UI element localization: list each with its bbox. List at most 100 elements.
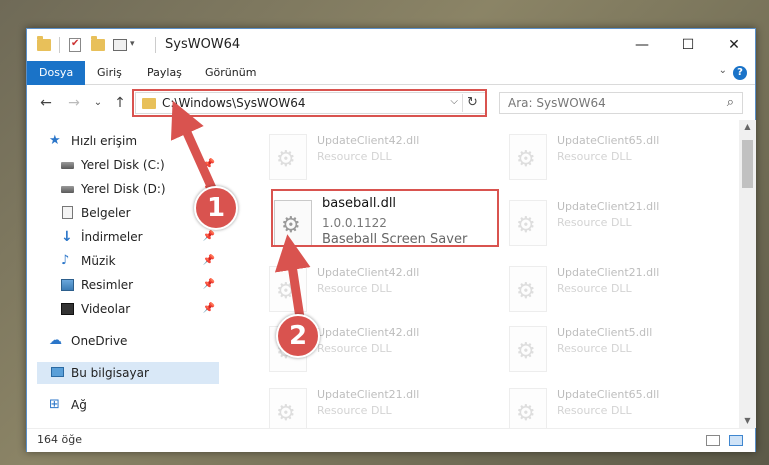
video-icon	[61, 303, 74, 315]
tab-gorunum[interactable]: Görünüm	[193, 61, 268, 85]
sidebar-item-label: Resimler	[81, 278, 134, 292]
customize-dropdown-icon[interactable]: ▾	[130, 39, 135, 55]
pin-icon[interactable]: 📌	[203, 274, 215, 296]
sidebar-item-quick-access[interactable]: ★ Hızlı erişim	[27, 130, 221, 152]
file-item[interactable]: UpdateClient65.dll Resource DLL	[489, 382, 719, 428]
back-button[interactable]: ←	[35, 92, 57, 114]
sidebar-item-downloads[interactable]: ↓ İndirmeler 📌	[27, 226, 221, 248]
documents-icon	[62, 206, 73, 219]
step-badge-2: 2	[276, 314, 320, 358]
window-title: SysWOW64	[165, 37, 241, 52]
download-icon: ↓	[61, 229, 73, 245]
tab-paylas[interactable]: Paylaş	[135, 61, 194, 85]
pin-icon[interactable]: 📌	[203, 298, 215, 320]
pin-icon[interactable]: 📌	[203, 250, 215, 272]
disk-icon	[61, 162, 74, 169]
dll-file-icon	[509, 388, 547, 428]
file-description: Resource DLL	[557, 342, 632, 355]
search-input[interactable]: Ara: SysWOW64	[508, 96, 606, 110]
navigation-bar: ← → ⌄ ↑ C:\Windows\SysWOW64 ⌵ ↻ Ara: Sys…	[27, 86, 755, 120]
step-badge-1: 1	[194, 186, 238, 230]
file-item[interactable]: UpdateClient21.dll Resource DLL	[489, 260, 719, 316]
scroll-up-icon[interactable]: ▲	[739, 120, 756, 134]
sidebar-item-label: OneDrive	[71, 334, 128, 348]
sidebar-item-network[interactable]: ⊞ Ağ	[27, 394, 221, 416]
new-folder-icon[interactable]	[91, 36, 105, 51]
file-name: UpdateClient21.dll	[317, 388, 420, 401]
sidebar-item-local-disk-d[interactable]: Yerel Disk (D:) 📌	[27, 178, 221, 200]
forward-button[interactable]: →	[63, 92, 85, 114]
scroll-down-icon[interactable]: ▼	[739, 414, 756, 428]
title-bar: ▾ SysWOW64 — ☐ ✕	[27, 29, 755, 61]
close-button[interactable]: ✕	[711, 29, 757, 61]
tiles-view-icon[interactable]	[729, 435, 743, 446]
computer-icon	[51, 367, 64, 377]
navigation-pane: ★ Hızlı erişim Yerel Disk (C:) 📌 Yerel D…	[27, 120, 221, 428]
file-description: Resource DLL	[317, 342, 392, 355]
sidebar-item-local-disk-c[interactable]: Yerel Disk (C:) 📌	[27, 154, 221, 176]
maximize-button[interactable]: ☐	[665, 29, 711, 61]
details-view-icon[interactable]	[705, 435, 720, 446]
file-name: UpdateClient42.dll	[317, 326, 420, 339]
search-box[interactable]: Ara: SysWOW64 ⌕	[499, 92, 743, 114]
sidebar-item-label: Hızlı erişim	[71, 134, 138, 148]
properties-icon[interactable]	[69, 38, 81, 52]
toolbar-separator	[59, 37, 60, 53]
sidebar-item-onedrive[interactable]: ☁ OneDrive	[27, 330, 221, 352]
file-name: UpdateClient42.dll	[317, 134, 420, 147]
dll-file-icon	[269, 388, 307, 428]
toolbar-separator	[155, 37, 156, 53]
sidebar-item-videos[interactable]: Videolar 📌	[27, 298, 221, 320]
item-count: 164 öğe	[37, 433, 82, 446]
scrollbar-thumb[interactable]	[742, 140, 753, 188]
file-description: Resource DLL	[557, 404, 632, 417]
star-icon: ★	[49, 133, 61, 148]
dll-file-icon	[269, 134, 307, 180]
minimize-button[interactable]: —	[619, 29, 665, 61]
explorer-window: ▾ SysWOW64 — ☐ ✕ Dosya Giriş Paylaş Görü…	[26, 28, 756, 452]
network-icon: ⊞	[49, 397, 60, 412]
status-bar: 164 öğe	[27, 428, 755, 452]
view-toggle	[700, 435, 743, 449]
file-name: UpdateClient21.dll	[557, 200, 660, 213]
file-name: UpdateClient21.dll	[557, 266, 660, 279]
pictures-icon	[61, 279, 74, 291]
tab-dosya[interactable]: Dosya	[27, 61, 86, 85]
file-description: Resource DLL	[317, 282, 392, 295]
sidebar-item-label: Yerel Disk (C:)	[81, 158, 165, 172]
sidebar-item-pictures[interactable]: Resimler 📌	[27, 274, 221, 296]
dll-file-icon	[509, 134, 547, 180]
file-item[interactable]: UpdateClient5.dll Resource DLL	[489, 320, 719, 376]
file-description: Resource DLL	[317, 404, 392, 417]
vertical-scrollbar[interactable]: ▲ ▼	[739, 120, 756, 428]
pin-icon[interactable]: 📌	[203, 154, 215, 176]
music-icon: ♪	[61, 253, 70, 268]
recent-locations-button[interactable]: ⌄	[87, 92, 109, 114]
sidebar-item-documents[interactable]: Belgeler 📌	[27, 202, 221, 224]
sidebar-item-label: Ağ	[71, 398, 87, 412]
dll-file-icon	[509, 266, 547, 312]
file-item[interactable]: UpdateClient21.dll Resource DLL	[249, 382, 479, 428]
up-button[interactable]: ↑	[109, 92, 131, 114]
file-name: UpdateClient65.dll	[557, 134, 660, 147]
expand-ribbon-icon[interactable]: ⌄	[719, 65, 727, 76]
file-description: Resource DLL	[557, 216, 632, 229]
tab-giris[interactable]: Giriş	[85, 61, 134, 85]
file-description: Resource DLL	[317, 150, 392, 163]
sidebar-item-music[interactable]: ♪ Müzik 📌	[27, 250, 221, 272]
file-name: UpdateClient65.dll	[557, 388, 660, 401]
ribbon-tabs: Dosya Giriş Paylaş Görünüm ⌄ ?	[27, 61, 755, 85]
file-item[interactable]: UpdateClient42.dll Resource DLL	[249, 260, 479, 316]
file-item[interactable]: UpdateClient21.dll Resource DLL	[489, 194, 719, 250]
file-list: UpdateClient42.dll Resource DLL UpdateCl…	[227, 120, 739, 428]
file-item[interactable]: UpdateClient42.dll Resource DLL	[249, 128, 479, 184]
help-icon[interactable]: ?	[733, 66, 747, 80]
sidebar-item-this-pc[interactable]: Bu bilgisayar	[37, 362, 219, 384]
view-icon[interactable]	[113, 39, 127, 51]
disk-icon	[61, 186, 74, 193]
folder-icon	[37, 36, 51, 51]
address-highlight-box	[132, 89, 487, 117]
sidebar-item-label: İndirmeler	[81, 230, 143, 244]
search-icon[interactable]: ⌕	[727, 95, 734, 110]
file-item[interactable]: UpdateClient65.dll Resource DLL	[489, 128, 719, 184]
